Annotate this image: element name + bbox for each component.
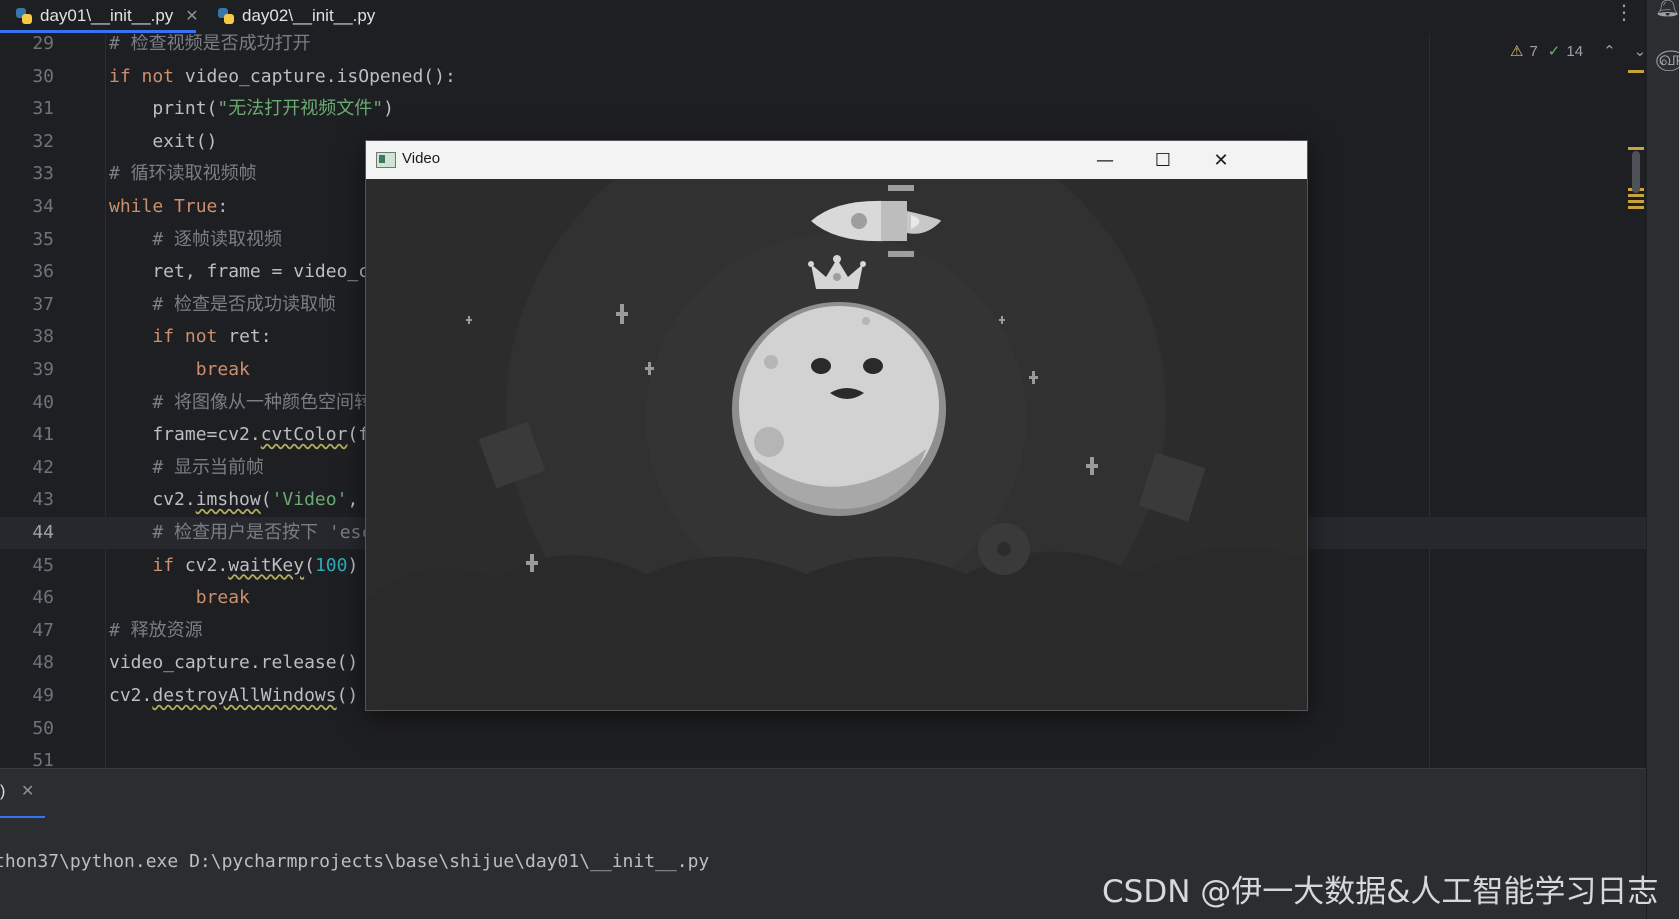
editor-scrollbar-thumb[interactable] [1632, 151, 1640, 193]
line-number: 38 [32, 326, 54, 348]
code-text[interactable]: if not ret: [109, 321, 271, 353]
line-number: 46 [32, 587, 54, 609]
more-vertical-icon[interactable]: ⋮ [1614, 0, 1634, 24]
scroll-marker [1628, 194, 1644, 197]
code-text[interactable]: # 释放资源 [109, 615, 203, 647]
app-icon [376, 152, 396, 168]
check-icon: ✓ [1547, 43, 1561, 60]
code-line[interactable]: 50 [0, 713, 1646, 745]
line-number: 33 [32, 163, 54, 185]
line-number: 49 [32, 685, 54, 706]
code-text[interactable]: cv2.imshow('Video', [109, 484, 358, 516]
code-text[interactable]: break [109, 582, 250, 614]
chevron-up-icon[interactable]: ⌃ [1603, 42, 1616, 60]
line-number: 34 [32, 196, 54, 217]
close-icon[interactable]: ✕ [185, 6, 198, 26]
code-text[interactable]: print("无法打开视频文件") [109, 93, 394, 125]
line-number: 50 [32, 717, 54, 739]
planet-character [732, 302, 946, 516]
console-output: thon37\python.exe D:\pycharmprojects\bas… [0, 851, 710, 872]
line-number: 47 [32, 619, 54, 641]
minimize-button[interactable]: — [1076, 141, 1134, 179]
scroll-marker [1628, 70, 1644, 73]
scroll-marker [1628, 147, 1644, 150]
line-number: 31 [32, 98, 54, 120]
inspections-widget[interactable]: ⚠ 7 ✓ 14 ⌃ ⌄ [1510, 42, 1646, 61]
planet-eye [811, 358, 831, 374]
code-text[interactable]: cv2.destroyAllWindows() [109, 680, 358, 712]
code-text[interactable]: ret, frame = video_c [109, 256, 369, 288]
line-number: 29 [32, 34, 54, 54]
line-number: 43 [32, 489, 54, 511]
code-line[interactable]: 51 [0, 745, 1646, 768]
line-number: 40 [32, 391, 54, 413]
code-text[interactable]: # 逐帧读取视频 [109, 224, 282, 256]
line-number: 37 [32, 293, 54, 315]
video-frame [366, 179, 1307, 710]
line-number: 44 [32, 522, 54, 543]
line-number: 48 [32, 652, 54, 674]
code-text[interactable]: frame=cv2.cvtColor(f [109, 419, 369, 451]
video-window[interactable]: Video — ☐ ✕ [365, 140, 1308, 711]
editor-tab-bar: day01\__init__.py ✕ day02\__init__.py ⋮ [0, 0, 1646, 35]
code-text[interactable]: # 将图像从一种颜色空间转 [109, 387, 372, 419]
warning-count: 7 [1529, 42, 1538, 60]
line-number: 51 [32, 750, 54, 768]
planet-eye [863, 358, 883, 374]
code-text[interactable]: exit() [109, 126, 217, 158]
python-file-icon [16, 8, 32, 24]
code-text[interactable]: while True: [109, 191, 228, 223]
line-number: 30 [32, 65, 54, 87]
right-tool-strip: 🔔︎ ௵ [1646, 0, 1679, 919]
code-line[interactable]: 30 if not video_capture.isOpened(): [0, 61, 1646, 93]
line-number: 42 [32, 456, 54, 478]
line-number: 41 [32, 424, 54, 446]
line-number: 39 [32, 359, 54, 380]
tab-day02-init[interactable]: day02\__init__.py [218, 0, 375, 32]
line-number: 45 [32, 554, 54, 576]
warning-icon: ⚠ [1510, 43, 1524, 60]
scroll-marker [1628, 206, 1644, 209]
chevron-down-icon[interactable]: ⌄ [1634, 42, 1646, 60]
code-text[interactable]: if cv2.waitKey(100) [109, 550, 358, 582]
code-text[interactable]: if not video_capture.isOpened(): [109, 61, 456, 93]
code-text[interactable]: # 循环读取视频帧 [109, 158, 257, 190]
film-reel-hole [997, 542, 1011, 556]
video-window-titlebar[interactable]: Video — ☐ ✕ [366, 141, 1307, 179]
active-tab-indicator [0, 30, 196, 33]
run-tab-label[interactable]: ) [0, 783, 5, 801]
code-text[interactable]: # 检查用户是否按下 'esc [109, 517, 372, 549]
line-number: 32 [32, 130, 54, 152]
close-button[interactable]: ✕ [1192, 141, 1250, 179]
tab-label: day01\__init__.py [40, 6, 174, 25]
ai-spiral-icon[interactable]: ௵ [1655, 46, 1679, 73]
code-text[interactable]: # 检查是否成功读取帧 [109, 289, 336, 321]
run-panel-header: ) ✕ [0, 768, 1646, 819]
tab-label: day02\__init__.py [242, 6, 376, 25]
code-text[interactable]: break [109, 354, 250, 386]
code-text[interactable]: # 检查视频是否成功打开 [109, 34, 311, 60]
bell-icon[interactable]: 🔔︎ [1655, 0, 1679, 18]
scroll-marker [1628, 200, 1644, 203]
code-text[interactable]: video_capture.release() [109, 647, 358, 679]
python-file-icon [218, 8, 234, 24]
window-title: Video [402, 150, 441, 167]
code-text[interactable]: # 显示当前帧 [109, 452, 264, 484]
line-number: 36 [32, 261, 54, 283]
code-line[interactable]: 29 # 检查视频是否成功打开 [0, 34, 1646, 60]
watermark: CSDN @伊一大数据&人工智能学习日志 [1102, 874, 1659, 910]
code-line[interactable]: 31 print("无法打开视频文件") [0, 93, 1646, 125]
tab-day01-init[interactable]: day01\__init__.py ✕ [16, 0, 199, 32]
close-icon[interactable]: ✕ [21, 781, 34, 800]
passed-count: 14 [1566, 42, 1584, 60]
line-number: 35 [32, 228, 54, 250]
maximize-button[interactable]: ☐ [1134, 141, 1192, 179]
